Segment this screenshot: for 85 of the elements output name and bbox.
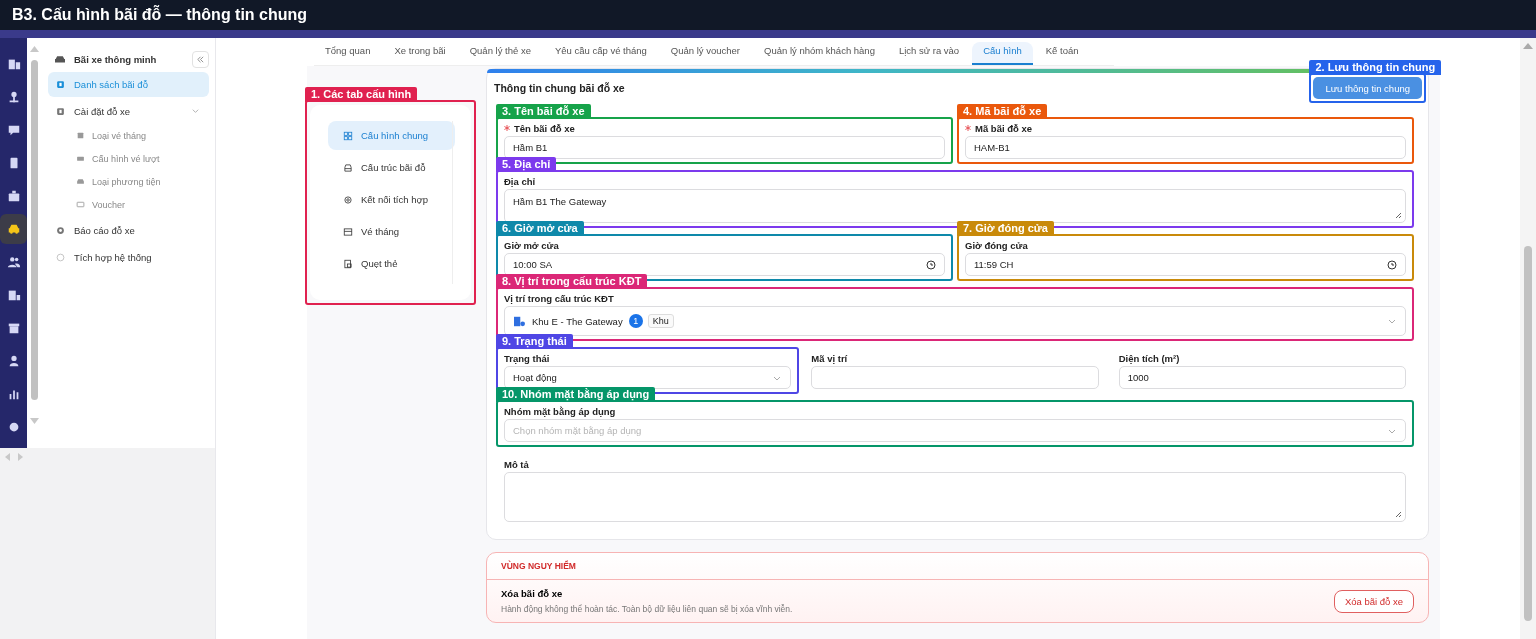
field-label: Trạng thái [504,352,550,364]
collapse-icon [196,54,205,64]
annotation-label: 4. Mã bãi đỗ xe [957,104,1048,119]
gear-icon [343,194,353,205]
annotation-label: 8. Vị trí trong cấu trúc KĐT [496,274,648,289]
action-description: Hành động không thể hoàn tác. Toàn bộ dữ liệu liên quan sẽ bị xóa vĩnh viễn. [501,604,794,614]
tab[interactable]: Cấu hình [972,42,1033,65]
sidebar-subitem[interactable]: Loại phương tiện [48,170,209,193]
dropdown[interactable]: Hoạt động [504,366,792,389]
settings-tab[interactable]: Vé tháng [328,217,455,246]
car-icon [343,162,353,173]
sidebar-item[interactable]: Báo cáo đỗ xe [48,218,209,243]
tab[interactable]: Kế toán [1034,42,1090,65]
card-title: Thông tin chung bãi đỗ xe [494,82,625,94]
sidebar-subitem[interactable]: Cấu hình vé lượt [48,147,209,170]
tab[interactable]: Lịch sử ra vào [887,42,971,65]
tab[interactable]: Yêu cầu cấp vé tháng [543,42,658,65]
annotation-label: 2. Lưu thông tin chung [1309,60,1442,75]
tab[interactable]: Tổng quan [314,42,382,65]
time-field[interactable]: 11:59 CH [965,253,1406,276]
text-field[interactable] [811,366,1099,389]
annotation-label: 3. Tên bãi đỗ xe [496,104,591,119]
tab[interactable]: Xe trong bãi [383,42,457,65]
resize-grip-icon [1394,510,1402,518]
tag-chip: Khu [647,314,674,328]
annotation-label: 10. Nhóm mặt bằng áp dụng [496,387,656,402]
ticket-icon [76,154,85,163]
annotation-label: 5. Địa chỉ [496,157,557,172]
delete-button[interactable]: Xóa bãi đỗ xe [1333,589,1414,613]
annotation-label: 1. Các tab cấu hình [305,87,418,102]
tree-dropdown[interactable]: Khu E - The Gateway 1 Khu [504,306,1406,336]
office-icon [6,288,21,302]
field-label: Mã bãi đỗ xe [975,122,1032,134]
field-label: Mã vị trí [811,352,848,364]
tab[interactable]: Quản lý voucher [659,42,752,65]
document-icon [343,258,353,269]
settings-tab[interactable]: Cấu trúc bãi đỗ [328,153,455,182]
building-icon [513,315,526,327]
count-badge: 1 [628,314,643,328]
field-label: Nhóm mặt bằng áp dụng [504,405,616,417]
voucher-icon [76,200,85,209]
field-label: Tên bãi đỗ xe [514,122,575,134]
time-field[interactable]: 10:00 SA [504,253,945,276]
field-label: Mô tả [504,458,529,470]
text-field[interactable]: HAM-B1 [965,136,1406,159]
field-label: Diện tích (m²) [1118,352,1180,364]
tab[interactable]: Quản lý nhóm khách hàng [753,42,886,65]
annotation-label: 7. Giờ đóng cửa [957,221,1054,236]
text-field[interactable]: Hầm B1 [504,136,945,159]
text-area[interactable]: Hầm B1 The Gateway [504,189,1406,223]
sidebar-subitem[interactable]: Voucher [48,193,209,216]
sidebar-item[interactable]: Tích hợp hệ thống [48,245,209,270]
field-label: Giờ mở cửa [504,239,559,251]
section-title: VÙNG NGUY HIỂM [487,553,1428,580]
users-icon [6,255,21,269]
card-icon [343,226,353,237]
annotation-label: 9. Trạng thái [496,334,573,349]
store-icon [6,321,21,335]
parking-icon [56,107,65,116]
action-title: Xóa bãi đỗ xe [501,588,564,599]
resize-grip-icon [1394,211,1402,219]
clock-icon [926,259,936,270]
car-icon [6,222,21,236]
clock-icon [1387,259,1397,270]
annotation-label: 6. Giờ mở cửa [496,221,584,236]
calendar-icon [76,131,85,140]
settings-tab[interactable]: Kết nối tích hợp [328,185,455,214]
parking-icon [56,80,65,89]
briefcase-icon [6,189,21,203]
sidebar-title: Bãi xe thông minh [74,53,158,65]
chat-icon [6,123,21,137]
text-field[interactable]: 1000 [1118,366,1406,389]
sidebar-subitem[interactable]: Loại vé tháng [48,124,209,147]
settings-tab[interactable]: Cấu hình chung [328,121,455,150]
tab[interactable]: Quản lý thẻ xe [458,42,542,65]
field-label: Địa chỉ [504,175,536,187]
car-icon [76,177,85,186]
grid-icon [343,130,353,141]
page-title: B3. Cấu hình bãi đỗ — thông tin chung [11,4,308,25]
car-icon [54,54,66,64]
field-label: Vị trí trong cấu trúc KĐT [504,292,614,304]
sidebar-item[interactable]: Cài đặt đỗ xe [48,99,209,124]
field-label: Giờ đóng cửa [965,239,1028,251]
settings-tab[interactable]: Quẹt thẻ [328,249,455,278]
building-icon [6,57,21,71]
